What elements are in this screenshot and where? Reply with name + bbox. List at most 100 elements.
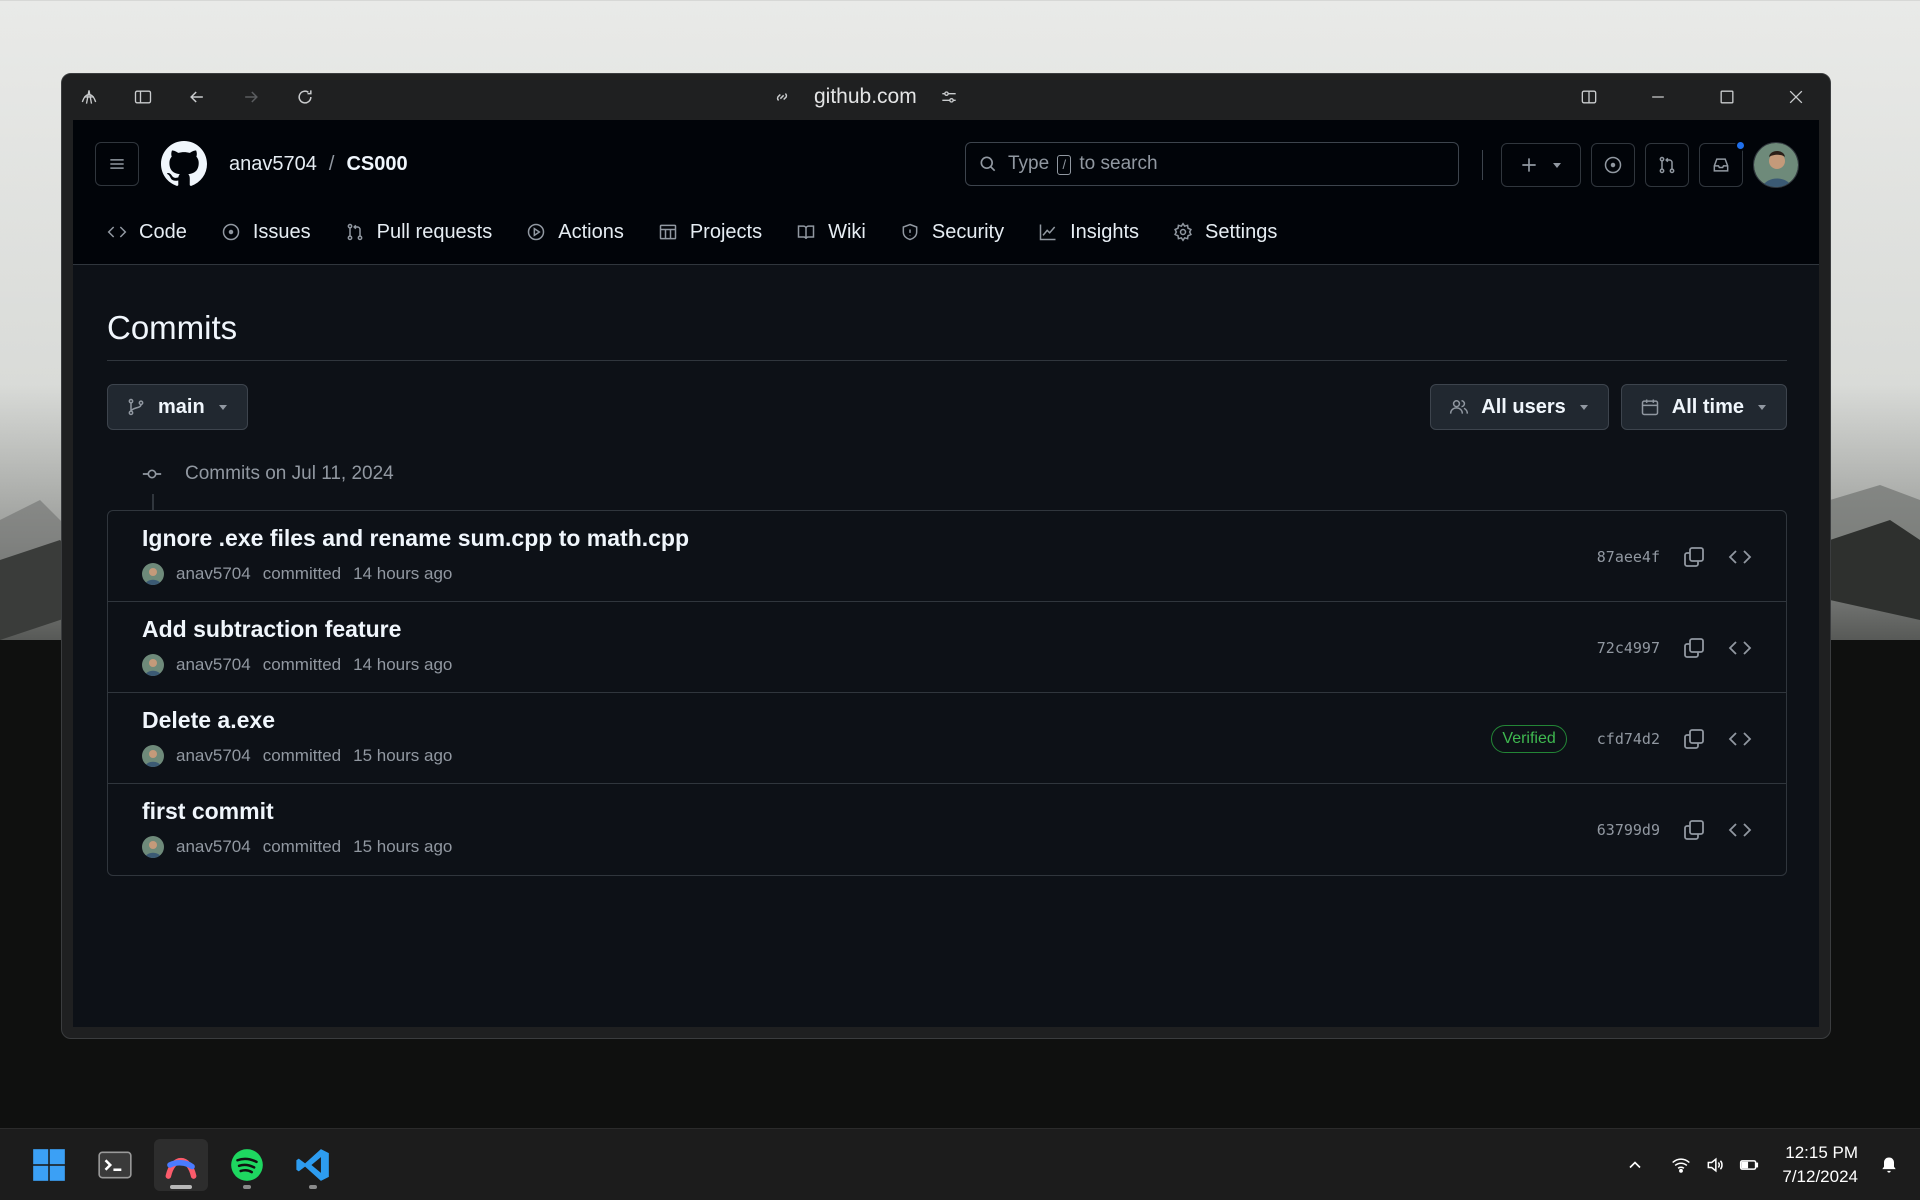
maximize-icon[interactable] (1692, 74, 1761, 120)
site-settings-icon[interactable] (939, 87, 959, 107)
wifi-icon[interactable] (1664, 1148, 1698, 1182)
minimize-icon[interactable] (1623, 74, 1692, 120)
tab-settings[interactable]: Settings (1173, 221, 1277, 244)
caret-down-icon (1758, 405, 1766, 410)
repo-owner-link[interactable]: anav5704 (229, 153, 317, 176)
reload-icon[interactable] (278, 74, 332, 120)
browse-code-icon[interactable] (1728, 727, 1752, 751)
author-name[interactable]: anav5704 (176, 837, 251, 857)
commit-row: Delete a.exe anav5704 committed 15 hours… (108, 693, 1786, 784)
author-avatar[interactable] (142, 654, 164, 676)
play-icon (528, 223, 545, 241)
commit-row: Ignore .exe files and rename sum.cpp to … (108, 511, 1786, 602)
commit-sha-link[interactable]: 87aee4f (1597, 548, 1660, 566)
split-view-icon[interactable] (1554, 74, 1623, 120)
timeline-line (152, 494, 154, 510)
tab-wiki[interactable]: Wiki (796, 221, 866, 244)
arc-logo-icon[interactable] (62, 74, 116, 120)
terminal-app-button[interactable] (88, 1139, 142, 1191)
notification-bell-icon[interactable] (1872, 1148, 1906, 1182)
commit-title-link[interactable]: Delete a.exe (142, 707, 275, 734)
tab-actions[interactable]: Actions (526, 221, 624, 244)
tab-issues[interactable]: Issues (221, 221, 311, 244)
back-arrow-icon[interactable] (170, 74, 224, 120)
all-users-filter-button[interactable]: All users (1430, 384, 1609, 430)
tab-code[interactable]: Code (107, 221, 187, 244)
issue-opened-icon (1604, 156, 1622, 174)
clock-date: 7/12/2024 (1782, 1167, 1858, 1186)
all-time-filter-button[interactable]: All time (1620, 384, 1787, 430)
commit-title-link[interactable]: first commit (142, 798, 274, 825)
chevron-up-icon[interactable] (1618, 1148, 1652, 1182)
shield-icon (902, 223, 918, 241)
tab-projects[interactable]: Projects (658, 221, 762, 244)
commit-filters: main All users All time (107, 384, 1787, 430)
author-avatar[interactable] (142, 745, 164, 767)
browse-code-icon[interactable] (1728, 818, 1752, 842)
commit-title-link[interactable]: Add subtraction feature (142, 616, 401, 643)
commit-group-header: Commits on Jul 11, 2024 (107, 454, 1787, 494)
arc-browser-icon (165, 1157, 197, 1179)
spotify-icon (231, 1149, 263, 1181)
forward-arrow-icon[interactable] (224, 74, 278, 120)
spotify-app-button[interactable] (220, 1139, 274, 1191)
windows-start-button[interactable] (22, 1139, 76, 1191)
commit-title-link[interactable]: Ignore .exe files and rename sum.cpp to … (142, 525, 689, 552)
battery-icon[interactable] (1732, 1148, 1766, 1182)
running-indicator (243, 1185, 251, 1189)
hamburger-menu-button[interactable] (95, 142, 139, 186)
commit-meta: anav5704 committed 15 hours ago (142, 836, 452, 858)
commit-time: 15 hours ago (353, 746, 453, 765)
pull-requests-button[interactable] (1645, 143, 1689, 187)
user-avatar[interactable] (1753, 142, 1799, 188)
browse-code-icon[interactable] (1728, 636, 1752, 660)
author-avatar[interactable] (142, 563, 164, 585)
link-icon (776, 93, 788, 101)
commit-meta: anav5704 committed 15 hours ago (142, 745, 452, 767)
terminal-icon (98, 1151, 132, 1179)
copy-icon[interactable] (1682, 727, 1706, 751)
author-name[interactable]: anav5704 (176, 564, 251, 584)
inbox-button[interactable] (1699, 140, 1746, 187)
commit-time: 14 hours ago (353, 655, 453, 674)
commit-sha-link[interactable]: cfd74d2 (1597, 730, 1660, 748)
repo-name-link[interactable]: CS000 (346, 153, 407, 176)
verified-badge[interactable]: Verified (1491, 724, 1567, 753)
url-bar[interactable]: github.com (772, 74, 959, 120)
volume-icon[interactable] (1698, 1148, 1732, 1182)
close-icon[interactable] (1761, 74, 1830, 120)
create-new-button[interactable] (1501, 143, 1581, 187)
copy-icon[interactable] (1682, 636, 1706, 660)
issues-button[interactable] (1591, 143, 1635, 187)
author-avatar[interactable] (142, 836, 164, 858)
tab-insights[interactable]: Insights (1038, 221, 1139, 244)
copy-icon[interactable] (1682, 818, 1706, 842)
slash-key: / (1057, 155, 1072, 175)
breadcrumb-separator: / (328, 152, 335, 175)
commit-sha-link[interactable]: 72c4997 (1597, 639, 1660, 657)
copy-icon[interactable] (1682, 545, 1706, 569)
sidebar-toggle-icon[interactable] (116, 74, 170, 120)
commit-sha-link[interactable]: 63799d9 (1597, 821, 1660, 839)
commit-list: Ignore .exe files and rename sum.cpp to … (107, 510, 1787, 876)
search-input[interactable]: Type / to search (965, 142, 1459, 186)
tab-security[interactable]: Security (900, 221, 1004, 244)
system-clock[interactable]: 12:15 PM 7/12/2024 (1782, 1141, 1858, 1189)
system-tray: 12:15 PM 7/12/2024 (1618, 1129, 1920, 1200)
arc-browser-app-button[interactable] (154, 1139, 208, 1191)
github-logo-icon[interactable] (161, 141, 207, 187)
calendar-icon (1641, 399, 1658, 416)
running-indicator (309, 1185, 317, 1189)
branch-select-button[interactable]: main (107, 384, 248, 430)
tab-pull-requests[interactable]: Pull requests (345, 221, 492, 244)
author-name[interactable]: anav5704 (176, 746, 251, 766)
browse-code-icon[interactable] (1728, 545, 1752, 569)
github-page: anav5704 / CS000 Type / to search Code I… (73, 120, 1819, 1027)
commit-meta: anav5704 committed 14 hours ago (142, 654, 452, 676)
vscode-app-button[interactable] (286, 1139, 340, 1191)
commit-row: Add subtraction feature anav5704 committ… (108, 602, 1786, 693)
url-text[interactable]: github.com (814, 85, 917, 109)
author-name[interactable]: anav5704 (176, 655, 251, 675)
active-indicator (170, 1185, 192, 1189)
caret-down-icon (1579, 405, 1588, 410)
